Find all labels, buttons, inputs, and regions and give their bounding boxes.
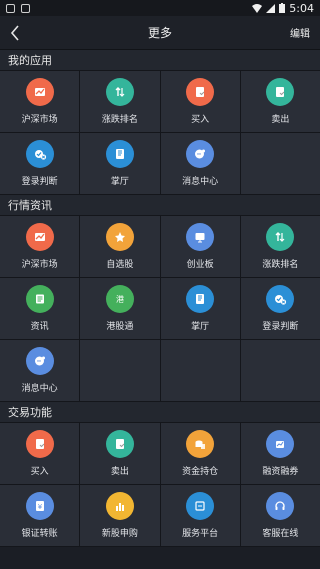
service-icon — [186, 492, 215, 520]
nav-bar: 更多 编辑 — [0, 16, 320, 50]
grid-item-hall[interactable]: 掌厅 — [80, 133, 160, 194]
status-time: 5:04 — [289, 1, 314, 15]
sort-arrows-icon — [266, 223, 295, 251]
buy-icon — [186, 78, 215, 106]
grid-item-sort-arrows[interactable]: 涨跌排名 — [240, 216, 320, 277]
battery-icon — [279, 3, 286, 13]
grid-item-login-check[interactable]: 登录判断 — [0, 133, 80, 194]
grid-item-label: 沪深市场 — [21, 115, 58, 125]
grid-item-label: 卖出 — [271, 115, 290, 125]
grid-item-sell[interactable]: 卖出 — [80, 423, 160, 484]
grid-item-label: 登录判断 — [21, 177, 58, 187]
grid-item-hk-connect[interactable]: 港港股通 — [80, 278, 160, 339]
grid-item-label: 服务平台 — [182, 529, 219, 539]
grid-item-hall[interactable]: 掌厅 — [160, 278, 240, 339]
section-grid: 沪深市场 涨跌排名 买入 卖出登录判断 掌厅 消息中心 — [0, 70, 320, 195]
news-icon — [25, 285, 54, 313]
grid-item-buy[interactable]: 买入 — [0, 423, 80, 484]
section-grid: 沪深市场 自选股 创业板 涨跌排名 资讯港港股通 掌厅 登录判断 消息中心 — [0, 215, 320, 402]
grid-item-ipo[interactable]: 新股申购 — [80, 485, 160, 546]
grid-item-message[interactable]: 消息中心 — [0, 340, 80, 401]
grid-item-label: 融资融券 — [262, 467, 299, 477]
back-button[interactable] — [10, 23, 30, 43]
grid-item-label: 自选股 — [106, 260, 134, 270]
grid-item-label: 掌厅 — [191, 322, 210, 332]
signal-icon — [266, 3, 276, 13]
empty-cell — [240, 133, 320, 194]
login-check-icon — [266, 285, 295, 313]
star-icon — [105, 223, 134, 251]
grid-item-label: 卖出 — [110, 467, 129, 477]
grid-item-label: 港股通 — [106, 322, 134, 332]
hall-icon — [105, 140, 134, 168]
grid-item-service[interactable]: 服务平台 — [160, 485, 240, 546]
grid-item-margin[interactable]: 融资融券 — [240, 423, 320, 484]
empty-cell — [160, 340, 240, 401]
grid-item-message[interactable]: 消息中心 — [160, 133, 240, 194]
grid-item-sort-arrows[interactable]: 涨跌排名 — [80, 71, 160, 132]
content: 我的应用 沪深市场 涨跌排名 买入 卖出 登录判断 掌厅 消息中心 行情资讯 沪深市场 自选股 创业板… — [0, 50, 320, 547]
status-right: 5:04 — [252, 2, 314, 15]
section-header: 行情资讯 — [0, 195, 320, 215]
grid-item-label: 涨跌排名 — [262, 260, 299, 270]
grid-item-label: 创业板 — [186, 260, 214, 270]
notification-icon — [6, 3, 15, 13]
grid-item-coins[interactable]: 资金持仓 — [160, 423, 240, 484]
hk-connect-icon: 港 — [105, 285, 134, 313]
grid-item-headset[interactable]: 客服在线 — [240, 485, 320, 546]
grid-item-label: 掌厅 — [110, 177, 129, 187]
app-notification-icon — [21, 3, 30, 13]
grid-item-label: 沪深市场 — [21, 260, 58, 270]
grid-item-label: 登录判断 — [262, 322, 299, 332]
status-left — [6, 3, 30, 13]
grid-item-sell[interactable]: 卖出 — [240, 71, 320, 132]
section-grid: 买入 卖出 资金持仓 融资融券 ¥ 银证转账 新股申购 服务平台 客服在线 — [0, 422, 320, 547]
grid-item-label: 银证转账 — [21, 529, 58, 539]
chart-trend-icon — [25, 78, 54, 106]
grid-item-label: 消息中心 — [182, 177, 219, 187]
headset-icon — [266, 492, 295, 520]
chevron-left-icon — [10, 24, 19, 41]
login-check-icon — [25, 140, 54, 168]
grid-item-news[interactable]: 资讯 — [0, 278, 80, 339]
empty-cell — [240, 340, 320, 401]
message-icon — [25, 347, 54, 375]
grid-item-buy[interactable]: 买入 — [160, 71, 240, 132]
grid-item-label: 买入 — [30, 467, 49, 477]
grid-item-label: 涨跌排名 — [101, 115, 138, 125]
grid-item-label: 新股申购 — [101, 529, 138, 539]
grid-item-label: 资讯 — [30, 322, 49, 332]
grid-item-chart-trend[interactable]: 沪深市场 — [0, 216, 80, 277]
svg-text:¥: ¥ — [37, 503, 42, 511]
grid-item-star[interactable]: 自选股 — [80, 216, 160, 277]
sort-arrows-icon — [105, 78, 134, 106]
grid-item-label: 消息中心 — [21, 384, 58, 394]
chart-trend-icon — [25, 223, 54, 251]
grid-item-label: 资金持仓 — [182, 467, 219, 477]
grid-item-label: 客服在线 — [262, 529, 299, 539]
svg-text:港: 港 — [116, 294, 124, 304]
status-bar: 5:04 — [0, 0, 320, 16]
grid-item-label: 买入 — [191, 115, 210, 125]
grid-item-chart-trend[interactable]: 沪深市场 — [0, 71, 80, 132]
sell-icon — [266, 78, 295, 106]
message-icon — [186, 140, 215, 168]
hall-icon — [186, 285, 215, 313]
buy-icon — [25, 430, 54, 458]
sell-icon — [105, 430, 134, 458]
bank-transfer-icon: ¥ — [25, 492, 54, 520]
ipo-icon — [105, 492, 134, 520]
section-header: 我的应用 — [0, 50, 320, 70]
board-icon — [186, 223, 215, 251]
grid-item-board[interactable]: 创业板 — [160, 216, 240, 277]
section-header: 交易功能 — [0, 402, 320, 422]
empty-cell — [80, 340, 160, 401]
grid-item-bank-transfer[interactable]: ¥ 银证转账 — [0, 485, 80, 546]
edit-button[interactable]: 编辑 — [290, 25, 310, 40]
coins-icon — [186, 430, 215, 458]
page-title: 更多 — [147, 26, 172, 40]
grid-item-login-check[interactable]: 登录判断 — [240, 278, 320, 339]
wifi-icon — [252, 3, 263, 13]
margin-icon — [266, 430, 295, 458]
